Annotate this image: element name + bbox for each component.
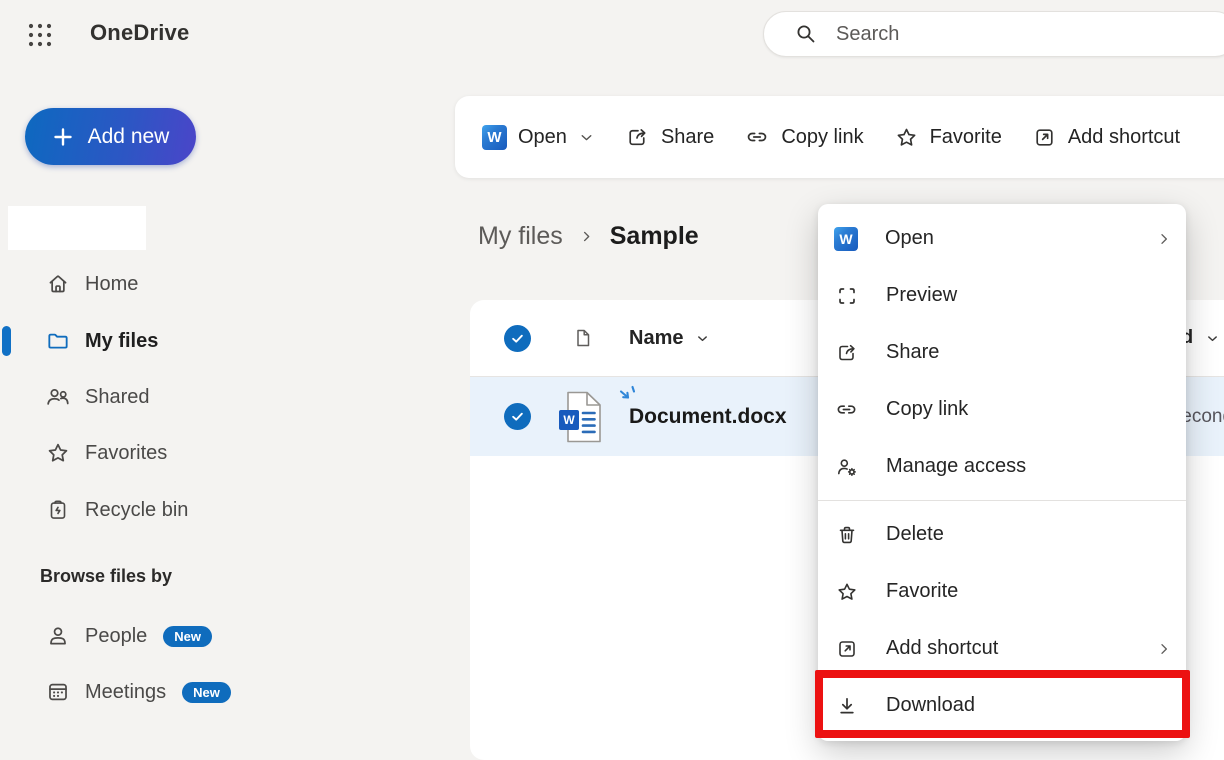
chevron-right-icon — [579, 229, 594, 244]
menu-item-label: Download — [886, 694, 1172, 717]
file-name[interactable]: Document.docx — [629, 405, 787, 429]
menu-item-share[interactable]: Share — [818, 324, 1186, 381]
word-icon: W — [482, 125, 507, 150]
menu-item-label: Manage access — [886, 455, 1172, 478]
share-icon — [625, 125, 650, 150]
add-shortcut-icon — [1032, 125, 1057, 150]
menu-item-download[interactable]: Download — [818, 677, 1186, 734]
copy-link-label: Copy link — [781, 126, 863, 149]
search-icon — [794, 22, 818, 46]
browse-files-by-heading: Browse files by — [40, 566, 172, 587]
sidebar-item-label: Recycle bin — [85, 499, 188, 522]
name-column-header[interactable]: Name — [629, 327, 710, 350]
people-icon — [45, 384, 71, 410]
menu-item-label: Share — [886, 341, 1172, 364]
chevron-right-icon — [1156, 231, 1172, 247]
person-icon — [45, 623, 71, 649]
app-title[interactable]: OneDrive — [90, 20, 189, 46]
sidebar-item-my-files[interactable]: My files — [0, 313, 260, 369]
search-input[interactable] — [836, 23, 1156, 46]
recycle-bin-icon — [45, 497, 71, 523]
selection-toolbar: W Open Share Copy link — [455, 96, 1224, 178]
menu-divider — [818, 500, 1186, 501]
sidebar-item-label: Home — [85, 273, 138, 296]
sidebar-item-recycle-bin[interactable]: Recycle bin — [0, 482, 260, 538]
menu-item-label: Preview — [886, 284, 1172, 307]
sidebar-item-people[interactable]: People New — [0, 608, 260, 664]
word-file-icon: W — [559, 391, 603, 443]
favorite-button[interactable]: Favorite — [894, 125, 1002, 150]
menu-item-manage-access[interactable]: Manage access — [818, 438, 1186, 495]
favorite-label: Favorite — [930, 126, 1002, 149]
sidebar-item-label: Shared — [85, 386, 150, 409]
select-all-checkbox[interactable] — [504, 325, 531, 352]
search-bar[interactable] — [763, 11, 1224, 57]
plus-icon — [52, 126, 74, 148]
menu-item-add-shortcut[interactable]: Add shortcut — [818, 620, 1186, 677]
chevron-down-icon — [578, 129, 595, 146]
home-icon — [45, 271, 71, 297]
word-icon: W — [834, 227, 858, 251]
word-badge: W — [559, 410, 579, 430]
sidebar-item-label: People — [85, 625, 147, 648]
link-icon — [744, 124, 770, 150]
sidebar-item-favorites[interactable]: Favorites — [0, 425, 260, 481]
star-icon — [45, 440, 71, 466]
new-badge: New — [182, 682, 231, 703]
add-shortcut-button[interactable]: Add shortcut — [1032, 125, 1180, 150]
star-icon — [894, 125, 919, 150]
share-button[interactable]: Share — [625, 125, 714, 150]
add-new-label: Add new — [88, 125, 170, 149]
share-label: Share — [661, 126, 714, 149]
breadcrumb-current-folder: Sample — [610, 222, 699, 251]
menu-item-label: Open — [885, 227, 1156, 250]
manage-access-icon — [834, 455, 859, 479]
open-label: Open — [518, 126, 567, 149]
row-selected-checkbox[interactable] — [504, 403, 531, 430]
sidebar-item-shared[interactable]: Shared — [0, 369, 260, 425]
menu-item-copy-link[interactable]: Copy link — [818, 381, 1186, 438]
menu-item-label: Favorite — [886, 580, 1172, 603]
share-icon — [834, 341, 859, 365]
sidebar-item-home[interactable]: Home — [0, 256, 260, 312]
star-icon — [834, 580, 859, 604]
menu-item-open[interactable]: W Open — [818, 210, 1186, 267]
file-type-column-icon[interactable] — [571, 326, 595, 350]
delete-icon — [834, 523, 859, 547]
chevron-right-icon — [1156, 641, 1172, 657]
copy-link-button[interactable]: Copy link — [744, 124, 863, 150]
new-badge: New — [163, 626, 212, 647]
folder-icon — [45, 328, 71, 354]
add-shortcut-label: Add shortcut — [1068, 126, 1180, 149]
breadcrumb-my-files[interactable]: My files — [478, 222, 563, 251]
open-button[interactable]: W Open — [482, 125, 595, 150]
menu-item-label: Delete — [886, 523, 1172, 546]
download-icon — [834, 694, 859, 718]
sidebar-item-label: Meetings — [85, 681, 166, 704]
link-icon — [834, 397, 859, 422]
sidebar-item-meetings[interactable]: Meetings New — [0, 664, 260, 720]
name-column-label: Name — [629, 327, 683, 350]
menu-item-favorite[interactable]: Favorite — [818, 563, 1186, 620]
context-menu: W Open Preview Share — [818, 204, 1186, 741]
breadcrumb: My files Sample — [478, 222, 699, 251]
redacted-account-label — [8, 206, 146, 250]
app-launcher-icon[interactable] — [26, 21, 54, 49]
menu-item-label: Copy link — [886, 398, 1172, 421]
calendar-icon — [45, 679, 71, 705]
menu-item-preview[interactable]: Preview — [818, 267, 1186, 324]
add-shortcut-icon — [834, 637, 859, 661]
click-indicator-icon — [617, 384, 641, 408]
menu-item-delete[interactable]: Delete — [818, 506, 1186, 563]
add-new-button[interactable]: Add new — [25, 108, 196, 165]
sidebar-item-label: My files — [85, 330, 158, 353]
sidebar-item-label: Favorites — [85, 442, 167, 465]
preview-icon — [834, 284, 859, 308]
menu-item-label: Add shortcut — [886, 637, 1156, 660]
